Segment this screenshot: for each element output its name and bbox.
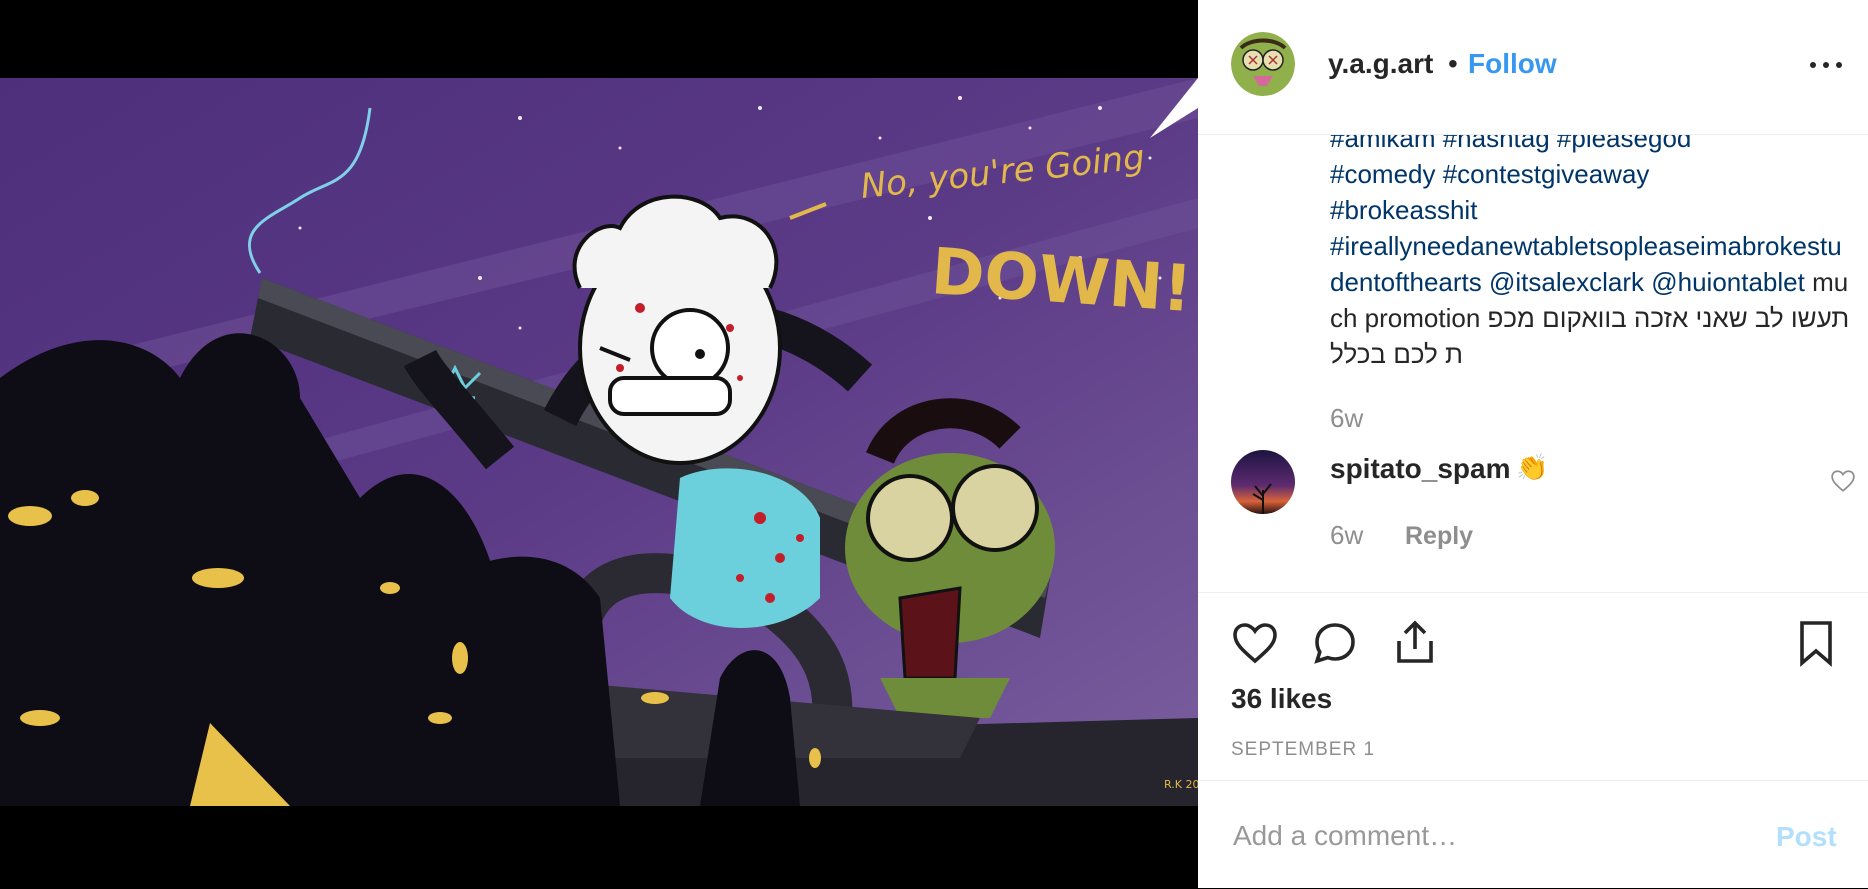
post-media[interactable]: No, you're Going DOWN! R.K 2019 bbox=[0, 0, 1198, 888]
caption-hashtags[interactable]: #comedy #contestgiveaway bbox=[1330, 159, 1649, 189]
reply-button[interactable]: Reply bbox=[1405, 522, 1473, 551]
artist-signature: R.K 2019 bbox=[1164, 778, 1198, 791]
mention-link[interactable]: @itsalexclark bbox=[1489, 267, 1644, 297]
post-actions: 36 likes SEPTEMBER 1 bbox=[1198, 592, 1868, 781]
zombie-mouth bbox=[898, 586, 962, 680]
character-eye bbox=[650, 308, 730, 388]
author-username[interactable]: y.a.g.art bbox=[1328, 48, 1433, 80]
commenter-avatar[interactable] bbox=[1231, 450, 1295, 514]
author-avatar[interactable] bbox=[1231, 32, 1295, 96]
bookmark-icon[interactable] bbox=[1792, 619, 1840, 667]
character-body bbox=[670, 468, 820, 628]
heart-icon[interactable] bbox=[1231, 619, 1279, 667]
more-options-icon[interactable] bbox=[1806, 52, 1846, 76]
add-comment-bar: Post bbox=[1198, 780, 1868, 889]
add-comment-input[interactable] bbox=[1231, 811, 1735, 861]
share-icon[interactable] bbox=[1391, 619, 1439, 667]
follow-button[interactable]: Follow bbox=[1468, 48, 1557, 80]
zombie-eye bbox=[866, 474, 954, 562]
comment-like-icon[interactable] bbox=[1830, 468, 1856, 494]
clapping-hands-emoji: 👏 bbox=[1516, 452, 1549, 482]
caption-timestamp[interactable]: 6w bbox=[1330, 403, 1363, 434]
post-date[interactable]: SEPTEMBER 1 bbox=[1231, 739, 1375, 761]
post-comment-button[interactable]: Post bbox=[1776, 821, 1837, 853]
likes-count[interactable]: 36 likes bbox=[1231, 683, 1332, 715]
post-details-panel: #amikam #hashtag #pleasegod #comedy #con… bbox=[1198, 0, 1868, 888]
header-separator: • bbox=[1448, 48, 1458, 79]
caption-hashtags[interactable]: #brokeasshit bbox=[1330, 195, 1477, 225]
comment-timestamp[interactable]: 6w bbox=[1330, 520, 1363, 551]
comment-icon[interactable] bbox=[1311, 619, 1359, 667]
post-caption: #amikam #hashtag #pleasegod #comedy #con… bbox=[1330, 120, 1850, 372]
mention-link[interactable]: @huiontablet bbox=[1651, 267, 1805, 297]
character-teeth bbox=[608, 376, 732, 416]
post-header: y.a.g.art • Follow bbox=[1198, 0, 1868, 135]
zombie-eye bbox=[951, 464, 1039, 552]
artwork-image: No, you're Going DOWN! R.K 2019 bbox=[0, 78, 1198, 806]
commenter-username[interactable]: spitato_spam bbox=[1330, 453, 1511, 485]
